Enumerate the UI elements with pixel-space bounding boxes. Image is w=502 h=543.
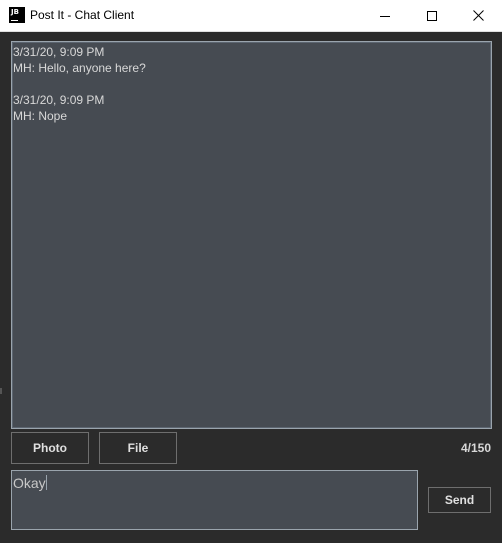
message-text: MH: Hello, anyone here? [13,61,146,75]
minimize-icon [380,15,390,17]
maximize-icon [427,10,437,21]
message-timestamp: 3/31/20, 9:09 PM [13,93,105,107]
message-timestamp: 3/31/20, 9:09 PM [13,45,105,59]
minimize-button[interactable] [362,0,408,31]
chat-history[interactable]: 3/31/20, 9:09 PM MH: Hello, anyone here?… [11,41,492,429]
message-input-value: Okay [13,475,46,491]
app-icon: JB [9,7,25,23]
file-button[interactable]: File [99,432,177,464]
chat-client-window: JB Post It - Chat Client 3/31/20, 9:09 P… [0,0,502,543]
title-bar[interactable]: JB Post It - Chat Client [0,0,502,32]
close-icon [472,10,484,21]
app-icon-text: JB [11,8,19,16]
maximize-button[interactable] [409,0,455,31]
app-icon-underline [11,20,18,21]
message-input[interactable]: Okay [11,470,418,530]
send-button[interactable]: Send [428,487,491,513]
character-count: 4/150 [460,441,491,455]
window-title: Post It - Chat Client [30,8,135,22]
window-resize-edge [0,388,2,394]
text-caret [45,475,47,490]
photo-button[interactable]: Photo [11,432,89,464]
message-separator [13,76,491,92]
close-button[interactable] [455,0,501,31]
message-text: MH: Nope [13,109,68,123]
